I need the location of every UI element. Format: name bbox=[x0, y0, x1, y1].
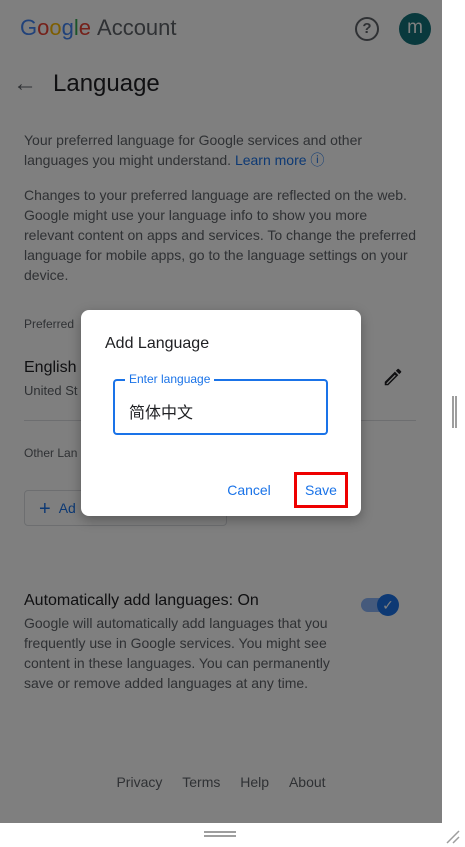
account-page: GoogleAccount ? m ← Language Your prefer… bbox=[0, 0, 442, 823]
language-input-value[interactable]: 简体中文 bbox=[129, 399, 193, 423]
side-resize-handle-icon[interactable] bbox=[452, 396, 457, 428]
cancel-button[interactable]: Cancel bbox=[219, 475, 279, 505]
dialog-title: Add Language bbox=[105, 335, 210, 352]
bottom-resize-handle-icon[interactable] bbox=[204, 831, 236, 837]
resize-grip-icon[interactable] bbox=[444, 828, 460, 844]
language-input-label: Enter language bbox=[125, 372, 215, 386]
save-button[interactable]: Save bbox=[294, 472, 348, 508]
add-language-dialog: Add Language Enter language 简体中文 Cancel … bbox=[81, 310, 361, 516]
language-input[interactable]: Enter language 简体中文 bbox=[113, 372, 328, 435]
